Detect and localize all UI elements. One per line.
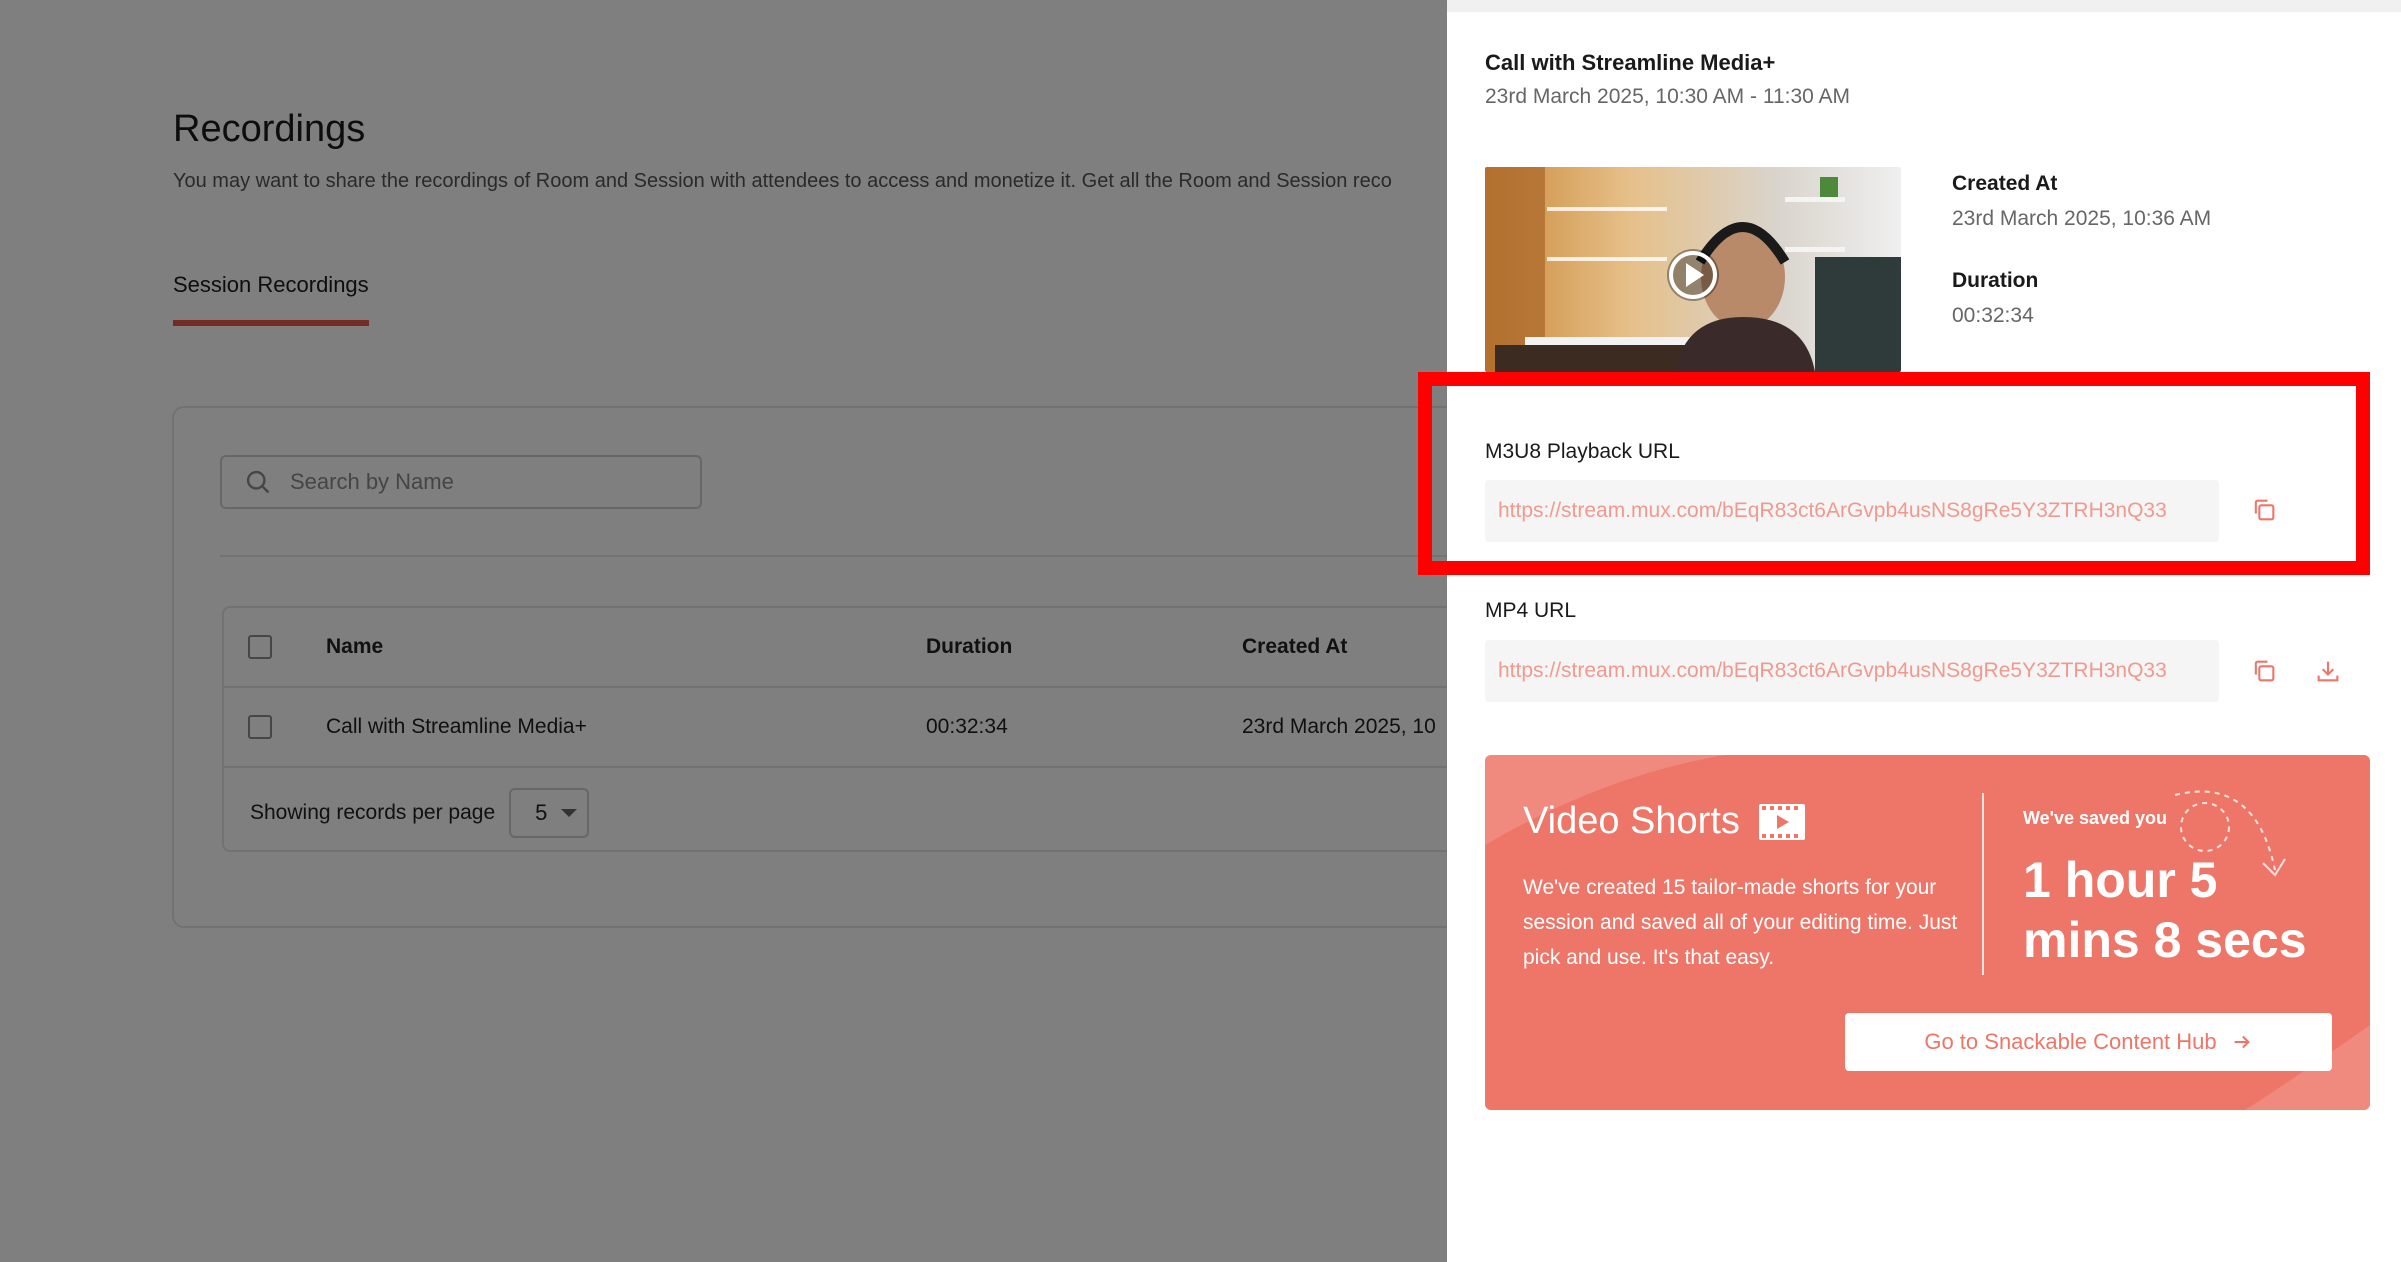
modal-backdrop[interactable] [0, 0, 1447, 1262]
video-shorts-card: Video Shorts We've created 15 tailor-mad… [1485, 755, 2370, 1110]
created-at-label: Created At [1952, 172, 2058, 195]
drawer-top-bar [1447, 0, 2401, 12]
go-to-content-hub-button[interactable]: Go to Snackable Content Hub [1845, 1013, 2332, 1071]
created-at-value: 23rd March 2025, 10:36 AM [1952, 207, 2212, 230]
download-mp4-button[interactable] [2311, 654, 2345, 688]
download-icon [2317, 661, 2339, 682]
copy-m3u8-button[interactable] [2247, 493, 2281, 527]
film-icon [1758, 803, 1805, 840]
recording-time-range: 23rd March 2025, 10:30 AM - 11:30 AM [1485, 85, 1850, 108]
video-thumbnail[interactable] [1485, 167, 1901, 372]
arrow-right-icon [2234, 1035, 2250, 1049]
mp4-url-text: https://stream.mux.com/bEqR83ct6ArGvpb4u… [1498, 659, 2167, 682]
recording-details-drawer: Call with Streamline Media+ 23rd March 2… [1447, 0, 2401, 1262]
copy-icon [2254, 660, 2275, 682]
saved-time-value: 1 hour 5 mins 8 secs [2023, 852, 2307, 968]
m3u8-url-label: M3U8 Playback URL [1485, 440, 1680, 463]
copy-icon [2254, 499, 2275, 521]
promo-description: We've created 15 tailor-made shorts for … [1523, 876, 1958, 969]
m3u8-url-text: https://stream.mux.com/bEqR83ct6ArGvpb4u… [1498, 499, 2167, 522]
mp4-url-field[interactable]: https://stream.mux.com/bEqR83ct6ArGvpb4u… [1485, 640, 2219, 702]
copy-mp4-button[interactable] [2247, 654, 2281, 688]
duration-label: Duration [1952, 269, 2039, 292]
recording-title: Call with Streamline Media+ [1485, 50, 1776, 75]
promo-title-text: Video Shorts [1523, 800, 1740, 842]
hub-button-label: Go to Snackable Content Hub [1924, 1029, 2217, 1054]
m3u8-url-field[interactable]: https://stream.mux.com/bEqR83ct6ArGvpb4u… [1485, 480, 2219, 542]
promo-divider [1982, 793, 1984, 975]
promo-title: Video Shorts [1523, 800, 1806, 843]
mp4-url-label: MP4 URL [1485, 599, 1577, 622]
saved-label: We've saved you [2023, 808, 2168, 828]
duration-value: 00:32:34 [1952, 304, 2034, 327]
